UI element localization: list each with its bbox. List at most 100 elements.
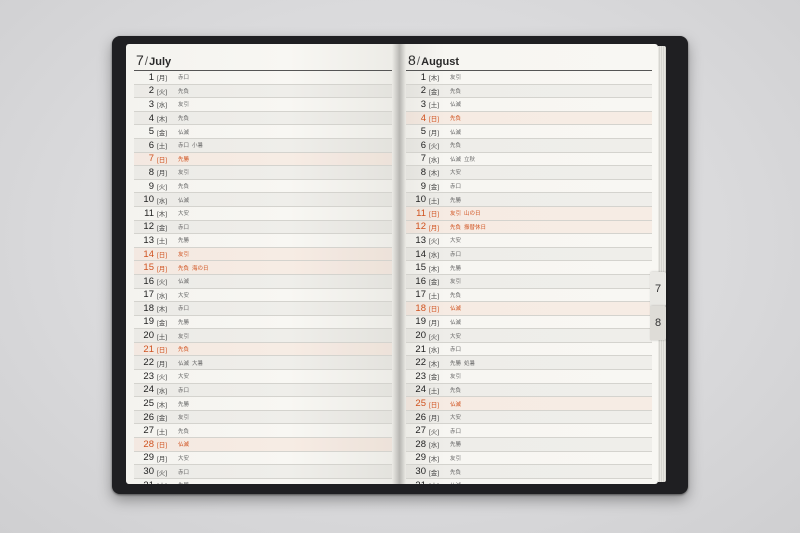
august-page[interactable]: 8 / August 1 [木] 友引 2 [金] 先負 3 [土] 仏滅 4 [日] 先負 5 [月] 仏… (398, 44, 658, 484)
rokuyo-label: 先勝 (450, 442, 462, 449)
day-row[interactable]: 23 [火] 大安 (134, 370, 392, 384)
day-row[interactable]: 9 [金] 赤口 (406, 180, 652, 194)
day-row[interactable]: 2 [金] 先負 (406, 85, 652, 99)
day-row[interactable]: 16 [金] 友引 (406, 275, 652, 289)
rokuyo-label: 仏滅 (178, 279, 190, 286)
month-tab-7[interactable]: 7 (650, 272, 666, 306)
day-row[interactable]: 7 [水] 仏滅 立秋 (406, 153, 652, 167)
day-row[interactable]: 21 [日] 先負 (134, 342, 392, 357)
day-row[interactable]: 8 [月] 友引 (134, 166, 392, 180)
day-row[interactable]: 14 [日] 友引 (134, 247, 392, 262)
day-row[interactable]: 12 [月] 先負 振替休日 (406, 220, 652, 235)
rokuyo-label: 赤口 (178, 75, 190, 82)
day-row[interactable]: 4 [木] 先負 (134, 112, 392, 126)
day-row[interactable]: 13 [土] 先勝 (134, 234, 392, 248)
rokuyo-label: 仏滅 (450, 306, 462, 313)
weekday-label: [金] (429, 184, 440, 192)
day-number: 30 (143, 466, 154, 478)
july-day-list: 1 [月] 赤口 2 [火] 先負 3 [水] 友引 4 [木] 先負 5 [金] 仏滅 6 [土] 赤口 小暑 7[… (134, 71, 392, 484)
day-row[interactable]: 25 [木] 先勝 (134, 397, 392, 411)
weekday-label: [木] (157, 306, 168, 314)
day-row[interactable]: 5 [金] 仏滅 (134, 125, 392, 139)
day-row[interactable]: 22 [月] 仏滅 大暑 (134, 356, 392, 371)
day-number: 16 (415, 275, 426, 287)
day-row[interactable]: 28 [日] 仏滅 (134, 438, 392, 452)
day-row[interactable]: 23 [金] 友引 (406, 370, 652, 384)
day-row[interactable]: 6 [土] 赤口 小暑 (134, 139, 392, 153)
rokuyo-label: 赤口 (178, 469, 190, 476)
day-row[interactable]: 9 [火] 先負 (134, 180, 392, 194)
day-row[interactable]: 11 [日] 友引 山の日 (406, 206, 652, 221)
day-row[interactable]: 26 [金] 友引 (134, 411, 392, 425)
day-row[interactable]: 1 [木] 友引 (406, 71, 652, 85)
day-row[interactable]: 1 [月] 赤口 (134, 71, 392, 85)
day-note: 小暑 (192, 143, 204, 150)
day-row[interactable]: 19 [金] 先勝 (134, 316, 392, 330)
day-row[interactable]: 31[土]仏滅 (406, 479, 652, 484)
weekday-label: [木] (429, 170, 440, 178)
rokuyo-label: 大安 (178, 455, 190, 462)
day-row[interactable]: 22 [木] 先勝 処暑 (406, 356, 652, 371)
day-row[interactable]: 24 [土] 先負 (406, 384, 652, 398)
day-row[interactable]: 17 [土] 先負 (406, 289, 652, 303)
day-number: 8 (420, 166, 426, 178)
day-row[interactable]: 13 [火] 大安 (406, 234, 652, 248)
day-number: 20 (415, 330, 426, 342)
july-page[interactable]: 7 / July 1 [月] 赤口 2 [火] 先負 3 [水] 友引 4 [木] 先負 5 [金] 仏滅 6… (126, 44, 398, 484)
weekday-label: [木] (157, 116, 168, 124)
day-row[interactable]: 12 [金] 赤口 (134, 221, 392, 235)
day-row[interactable]: 27 [土] 先負 (134, 424, 392, 439)
rokuyo-label: 仏滅 (178, 197, 190, 204)
day-row[interactable]: 5 [月] 仏滅 (406, 125, 652, 139)
day-row[interactable]: 16 [火] 仏滅 (134, 275, 392, 289)
day-row[interactable]: 28 [水] 先勝 (406, 438, 652, 452)
day-row[interactable]: 29 [月] 大安 (134, 452, 392, 466)
weekday-label: [水] (429, 347, 440, 355)
day-number: 15 (415, 262, 426, 274)
day-row[interactable]: 10 [水] 仏滅 (134, 193, 392, 207)
weekday-label: [金] (157, 129, 168, 137)
day-row[interactable]: 31[水]先勝 (134, 479, 392, 484)
day-row[interactable]: 3 [土] 仏滅 (406, 98, 652, 112)
day-row[interactable]: 18 [木] 赤口 (134, 302, 392, 316)
weekday-label: [月] (429, 319, 440, 327)
day-row[interactable]: 15 [月] 先負 海の日 (134, 261, 392, 275)
day-number: 25 (415, 398, 426, 410)
day-number: 22 (415, 357, 426, 369)
day-row[interactable]: 6 [火] 先負 (406, 139, 652, 153)
day-number: 8 (148, 166, 154, 178)
day-row[interactable]: 11 [木] 大安 (134, 207, 392, 221)
rokuyo-label: 先負 (178, 265, 190, 272)
month-tab-8[interactable]: 8 (650, 306, 666, 340)
day-row[interactable]: 21 [水] 赤口 (406, 343, 652, 357)
day-row[interactable]: 30 [火] 赤口 (134, 465, 392, 479)
day-row[interactable]: 29 [木] 友引 (406, 452, 652, 466)
day-row[interactable]: 24 [水] 赤口 (134, 384, 392, 398)
rokuyo-label: 友引 (450, 279, 462, 286)
day-row[interactable]: 17 [水] 大安 (134, 289, 392, 303)
day-row[interactable]: 10 [土] 先勝 (406, 193, 652, 207)
day-row[interactable]: 30 [金] 先負 (406, 465, 652, 479)
weekday-label: [日] (157, 347, 168, 355)
day-row[interactable]: 20 [土] 友引 (134, 329, 392, 343)
day-row[interactable]: 20 [火] 大安 (406, 329, 652, 343)
day-number: 6 (420, 139, 426, 151)
rokuyo-label: 仏滅 (450, 481, 461, 484)
day-number: 16 (143, 275, 154, 287)
day-row[interactable]: 14 [水] 赤口 (406, 248, 652, 262)
day-row[interactable]: 18 [日] 仏滅 (406, 302, 652, 316)
weekday-label: [水] (157, 480, 177, 484)
day-row[interactable]: 26 [月] 大安 (406, 411, 652, 425)
day-row[interactable]: 3 [水] 友引 (134, 98, 392, 112)
day-row[interactable]: 25 [日] 仏滅 (406, 397, 652, 411)
day-row[interactable]: 19 [月] 仏滅 (406, 316, 652, 330)
day-row[interactable]: 4 [日] 先負 (406, 111, 652, 126)
day-row[interactable]: 8 [木] 大安 (406, 166, 652, 180)
rokuyo-label: 赤口 (178, 387, 190, 394)
day-row[interactable]: 2 [火] 先負 (134, 85, 392, 99)
day-row[interactable]: 15 [木] 先勝 (406, 261, 652, 275)
rokuyo-label: 赤口 (178, 224, 190, 231)
day-row[interactable]: 7 [日] 先勝 (134, 152, 392, 167)
day-row[interactable]: 27 [火] 赤口 (406, 424, 652, 439)
day-number: 17 (143, 289, 154, 301)
